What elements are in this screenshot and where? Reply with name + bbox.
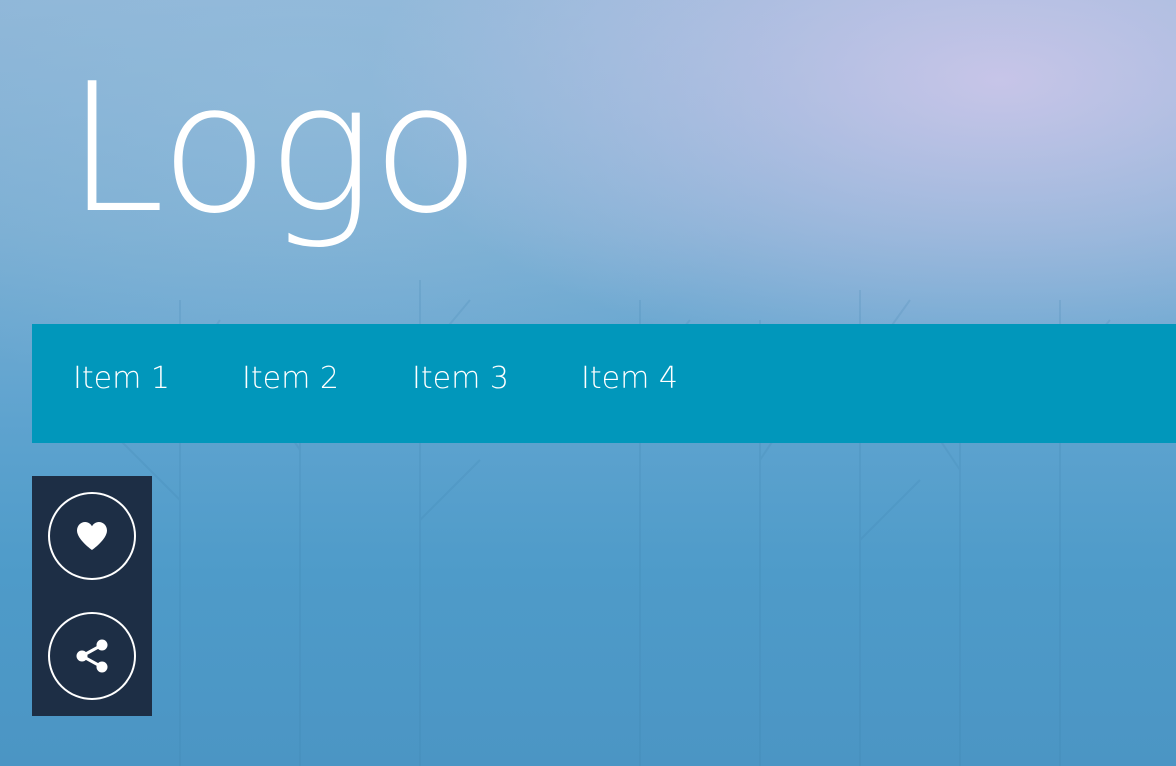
heart-icon <box>77 522 107 550</box>
share-button[interactable] <box>48 612 136 700</box>
share-icon <box>76 639 108 673</box>
nav-item-2[interactable]: Item 2 <box>242 364 339 394</box>
nav-item-1[interactable]: Item 1 <box>73 364 170 394</box>
social-share-panel <box>32 476 152 716</box>
logo-text: Logo <box>66 45 481 252</box>
like-button[interactable] <box>48 492 136 580</box>
nav-item-4[interactable]: Item 4 <box>581 364 678 394</box>
nav-item-3[interactable]: Item 3 <box>412 364 509 394</box>
main-navbar: Item 1 Item 2 Item 3 Item 4 <box>32 324 1176 443</box>
